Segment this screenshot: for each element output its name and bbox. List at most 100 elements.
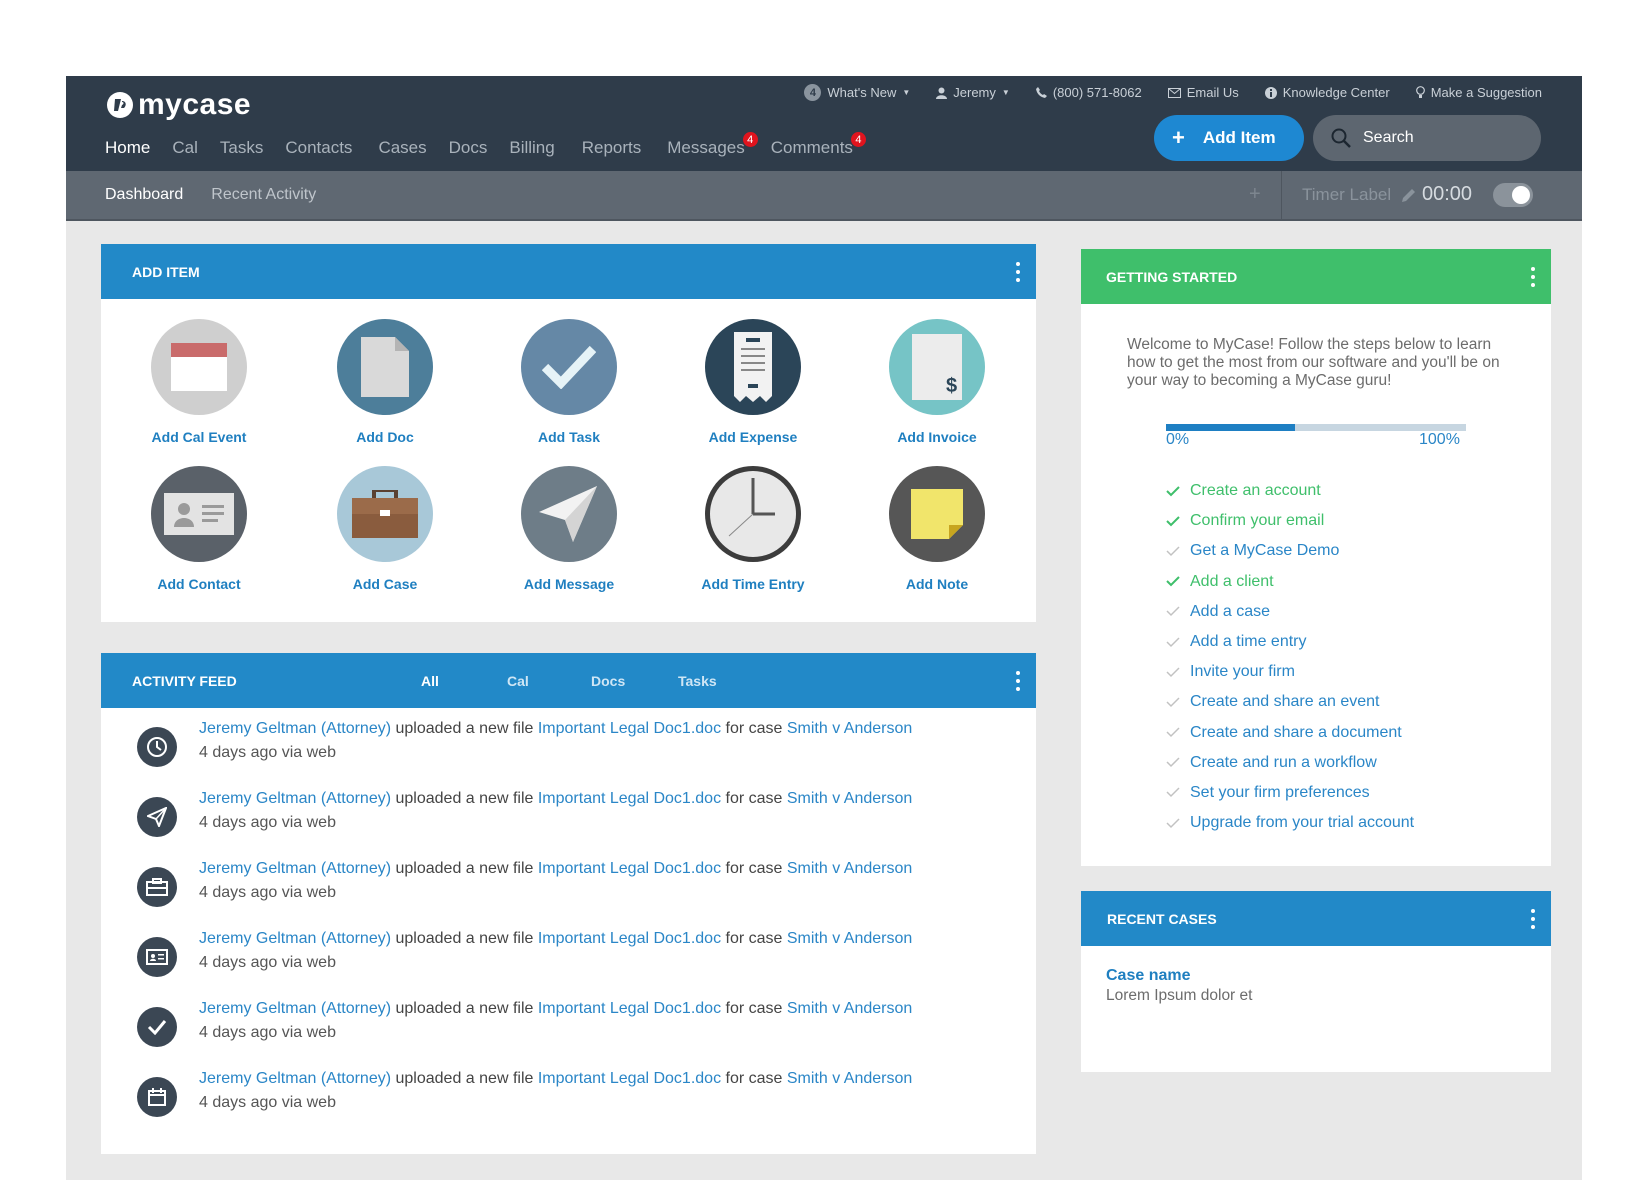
- case-name-link[interactable]: Case name: [1106, 967, 1191, 985]
- tile-label: Add Invoice: [897, 429, 977, 445]
- onboarding-step[interactable]: Get a MyCase Demo: [1166, 536, 1414, 566]
- tab-recent-activity[interactable]: Recent Activity: [211, 186, 316, 204]
- add-item-panel: ADD ITEM Add Cal Event Add Doc Add Task …: [101, 244, 1036, 622]
- panel-title: RECENT CASES: [1107, 910, 1217, 927]
- tile-label: Add Time Entry: [701, 576, 805, 592]
- plus-icon: +: [1172, 125, 1185, 150]
- timer-add-button[interactable]: +: [1249, 183, 1261, 206]
- add-contact-tile[interactable]: Add Contact: [109, 466, 289, 592]
- tile-label: Add Contact: [157, 576, 241, 592]
- feed-case-link[interactable]: Smith v Anderson: [787, 860, 912, 877]
- checkmark-icon: [1166, 697, 1180, 708]
- feed-case-link[interactable]: Smith v Anderson: [787, 720, 912, 737]
- case-description: Lorem Ipsum dolor et: [1106, 987, 1253, 1004]
- feed-case-link[interactable]: Smith v Anderson: [787, 930, 912, 947]
- progress-min-label: 0%: [1166, 431, 1190, 448]
- nav-cal[interactable]: Cal: [172, 138, 198, 158]
- feed-item: Jeremy Geltman (Attorney) uploaded a new…: [137, 857, 997, 917]
- nav-cases[interactable]: Cases: [378, 138, 426, 158]
- user-name: Jeremy: [953, 85, 996, 100]
- onboarding-step[interactable]: Upgrade from your trial account: [1166, 808, 1414, 838]
- add-expense-tile[interactable]: Add Expense: [663, 319, 843, 445]
- add-message-tile[interactable]: Add Message: [479, 466, 659, 592]
- nav-reports[interactable]: Reports: [582, 138, 642, 158]
- search-input[interactable]: Search: [1313, 115, 1541, 161]
- add-case-tile[interactable]: Add Case: [295, 466, 475, 592]
- tile-label: Add Task: [538, 429, 600, 445]
- timer-label-field[interactable]: Timer Label: [1302, 185, 1416, 205]
- nav-comments[interactable]: Comments 4: [771, 132, 866, 158]
- nav-billing[interactable]: Billing: [509, 138, 554, 158]
- feed-tab-docs[interactable]: Docs: [591, 673, 625, 689]
- add-item-button[interactable]: + Add Item: [1154, 115, 1304, 161]
- sub-header: Dashboard Recent Activity + Timer Label …: [66, 171, 1582, 221]
- feed-user-link[interactable]: Jeremy Geltman (Attorney): [199, 1000, 391, 1017]
- kebab-menu-icon[interactable]: [1016, 671, 1020, 691]
- feed-tab-all[interactable]: All: [421, 673, 439, 689]
- tab-dashboard[interactable]: Dashboard: [105, 186, 183, 204]
- chevron-down-icon: ▼: [902, 88, 911, 97]
- onboarding-step[interactable]: Create and share a document: [1166, 718, 1414, 748]
- add-time-entry-tile[interactable]: Add Time Entry: [663, 466, 843, 592]
- phone-link[interactable]: (800) 571-8062: [1035, 85, 1142, 100]
- add-task-tile[interactable]: Add Task: [479, 319, 659, 445]
- nav-messages[interactable]: Messages 4: [667, 132, 758, 158]
- feed-user-link[interactable]: Jeremy Geltman (Attorney): [199, 860, 391, 877]
- tile-label: Add Doc: [356, 429, 414, 445]
- calendar-icon: [151, 319, 247, 415]
- feed-text: Jeremy Geltman (Attorney) uploaded a new…: [199, 997, 912, 1045]
- nav-docs[interactable]: Docs: [449, 138, 488, 158]
- nav-tasks[interactable]: Tasks: [220, 138, 263, 158]
- email-link[interactable]: Email Us: [1167, 85, 1239, 100]
- onboarding-progress-bar: [1166, 424, 1466, 431]
- onboarding-step[interactable]: Add a case: [1166, 597, 1414, 627]
- kebab-menu-icon[interactable]: [1016, 262, 1020, 282]
- knowledge-center-link[interactable]: Knowledge Center: [1264, 85, 1390, 100]
- suggestion-label: Make a Suggestion: [1430, 85, 1542, 100]
- timer-toggle[interactable]: [1493, 183, 1533, 207]
- kebab-menu-icon[interactable]: [1531, 909, 1535, 929]
- feed-tabs: All Cal Docs Tasks: [101, 653, 1036, 708]
- suggestion-link[interactable]: Make a Suggestion: [1415, 85, 1542, 100]
- nav-home[interactable]: Home: [105, 138, 150, 158]
- onboarding-step[interactable]: Set your firm preferences: [1166, 778, 1414, 808]
- feed-file-link[interactable]: Important Legal Doc1.doc: [538, 860, 721, 877]
- feed-case-link[interactable]: Smith v Anderson: [787, 1000, 912, 1017]
- feed-file-link[interactable]: Important Legal Doc1.doc: [538, 790, 721, 807]
- feed-tab-tasks[interactable]: Tasks: [678, 673, 717, 689]
- feed-file-link[interactable]: Important Legal Doc1.doc: [538, 720, 721, 737]
- feed-file-link[interactable]: Important Legal Doc1.doc: [538, 930, 721, 947]
- feed-item: Jeremy Geltman (Attorney) uploaded a new…: [137, 997, 997, 1057]
- feed-file-link[interactable]: Important Legal Doc1.doc: [538, 1000, 721, 1017]
- add-invoice-tile[interactable]: $ Add Invoice: [847, 319, 1027, 445]
- nav-contacts[interactable]: Contacts: [285, 138, 352, 158]
- feed-case-link[interactable]: Smith v Anderson: [787, 790, 912, 807]
- feed-user-link[interactable]: Jeremy Geltman (Attorney): [199, 1070, 391, 1087]
- feed-user-link[interactable]: Jeremy Geltman (Attorney): [199, 930, 391, 947]
- feed-case-link[interactable]: Smith v Anderson: [787, 1070, 912, 1087]
- onboarding-step[interactable]: Create an account: [1166, 476, 1414, 506]
- checkmark-icon: [521, 319, 617, 415]
- onboarding-step[interactable]: Add a client: [1166, 567, 1414, 597]
- feed-timestamp: 4 days ago via web: [199, 1094, 336, 1111]
- onboarding-step[interactable]: Confirm your email: [1166, 506, 1414, 536]
- onboarding-step[interactable]: Create and run a workflow: [1166, 748, 1414, 778]
- onboarding-step[interactable]: Add a time entry: [1166, 627, 1414, 657]
- feed-user-link[interactable]: Jeremy Geltman (Attorney): [199, 720, 391, 737]
- add-note-tile[interactable]: Add Note: [847, 466, 1027, 592]
- feed-tab-cal[interactable]: Cal: [507, 673, 529, 689]
- tile-label: Add Cal Event: [151, 429, 247, 445]
- add-doc-tile[interactable]: Add Doc: [295, 319, 475, 445]
- brand-logo[interactable]: mycase: [106, 88, 251, 122]
- whats-new-menu[interactable]: 4 What's New ▼: [804, 84, 910, 101]
- onboarding-step[interactable]: Invite your firm: [1166, 657, 1414, 687]
- feed-user-link[interactable]: Jeremy Geltman (Attorney): [199, 790, 391, 807]
- feed-timestamp: 4 days ago via web: [199, 1024, 336, 1041]
- kebab-menu-icon[interactable]: [1531, 267, 1535, 287]
- onboarding-step[interactable]: Create and share an event: [1166, 687, 1414, 717]
- add-cal-event-tile[interactable]: Add Cal Event: [109, 319, 289, 445]
- app-window: mycase 4 What's New ▼ Jeremy ▼ (800) 571…: [66, 76, 1582, 1180]
- feed-file-link[interactable]: Important Legal Doc1.doc: [538, 1070, 721, 1087]
- user-menu[interactable]: Jeremy ▼: [936, 85, 1010, 100]
- calendar-icon: [137, 1077, 177, 1117]
